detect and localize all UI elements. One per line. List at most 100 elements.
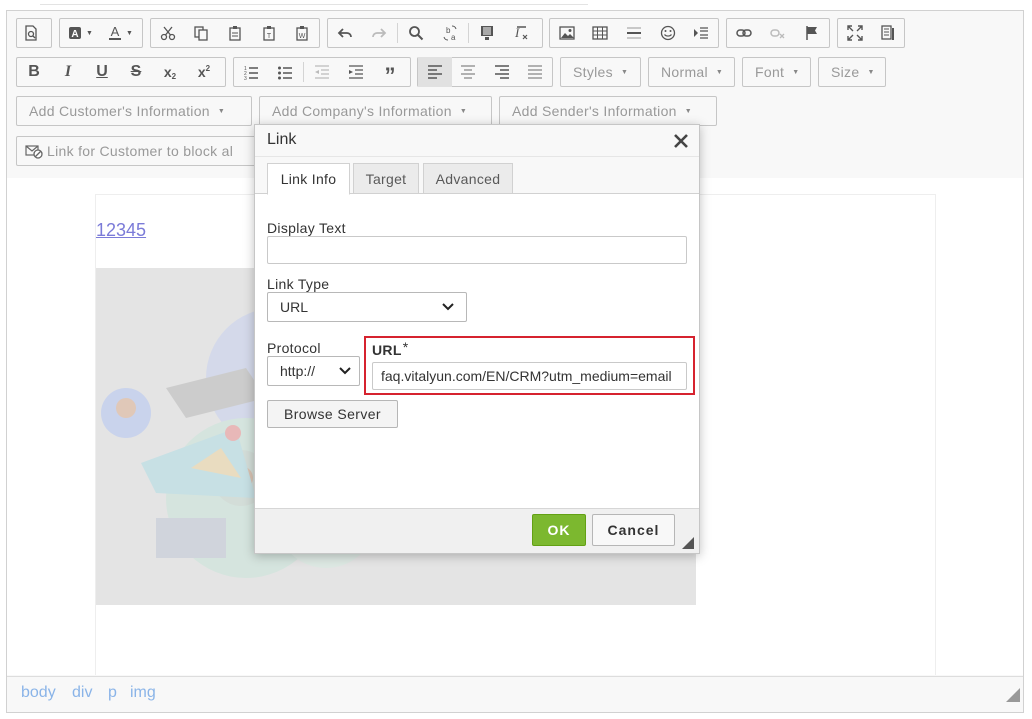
superscript-icon[interactable]: x2 xyxy=(187,58,221,86)
align-group xyxy=(417,57,553,87)
basic-styles-group: B I U S x2 x2 xyxy=(16,57,226,87)
chevron-down-icon xyxy=(339,367,351,375)
chevron-down-icon: ▼ xyxy=(867,68,875,76)
display-text-input[interactable] xyxy=(267,236,687,264)
paste-word-icon[interactable]: W xyxy=(285,19,319,47)
url-input[interactable]: faq.vitalyun.com/EN/CRM?utm_medium=email xyxy=(372,362,687,390)
add-company-info-dropdown[interactable]: Add Company's Information ▼ xyxy=(259,96,492,126)
maximize-icon[interactable] xyxy=(838,19,871,47)
color-group: A ▼ A ▼ xyxy=(59,18,143,48)
format-label: Normal xyxy=(661,64,708,80)
paste-text-icon[interactable]: T xyxy=(252,19,286,47)
italic-icon[interactable]: I xyxy=(51,58,85,86)
tab-link-info[interactable]: Link Info xyxy=(267,163,350,195)
protocol-select[interactable]: http:// xyxy=(267,356,360,386)
table-icon[interactable] xyxy=(584,19,618,47)
add-sender-info-dropdown[interactable]: Add Sender's Information ▼ xyxy=(499,96,717,126)
path-crumb-div[interactable]: div xyxy=(72,684,92,702)
preview-icon[interactable] xyxy=(17,19,45,47)
blockquote-icon[interactable]: ” xyxy=(373,58,407,87)
justify-icon[interactable] xyxy=(519,58,553,86)
indent-icon[interactable] xyxy=(339,58,373,86)
path-crumb-body[interactable]: body xyxy=(21,684,56,702)
insert-group xyxy=(549,18,719,48)
chevron-down-icon: ▼ xyxy=(684,107,692,115)
text-color-icon[interactable]: A ▼ xyxy=(100,19,140,47)
bulleted-list-icon[interactable] xyxy=(268,58,302,86)
chevron-down-icon: ▼ xyxy=(217,107,226,115)
underline-icon[interactable]: U xyxy=(85,58,119,86)
add-customer-info-label: Add Customer's Information xyxy=(29,103,210,119)
tab-target-label: Target xyxy=(365,170,407,187)
replace-icon[interactable]: ba xyxy=(433,19,467,47)
chevron-down-icon: ▼ xyxy=(792,68,800,76)
add-company-info-label: Add Company's Information xyxy=(272,103,452,119)
dialog-resize-icon[interactable] xyxy=(682,536,694,549)
outdent-icon[interactable] xyxy=(305,58,339,86)
align-center-icon[interactable] xyxy=(452,58,486,86)
paste-icon[interactable] xyxy=(218,19,252,47)
cut-icon[interactable] xyxy=(151,19,185,47)
close-icon[interactable] xyxy=(672,132,690,150)
page-break-icon[interactable] xyxy=(684,19,718,47)
smiley-icon[interactable] xyxy=(651,19,685,47)
list-group: 123 ” xyxy=(233,57,411,87)
size-dropdown[interactable]: Size ▼ xyxy=(818,57,886,87)
top-divider xyxy=(40,0,588,5)
copy-icon[interactable] xyxy=(185,19,219,47)
browse-server-button[interactable]: Browse Server xyxy=(267,400,398,428)
required-mark: * xyxy=(402,339,409,355)
subscript-icon[interactable]: x2 xyxy=(153,58,187,86)
styles-label: Styles xyxy=(573,64,613,80)
background-color-icon[interactable]: A ▼ xyxy=(60,19,100,47)
preview-group xyxy=(16,18,52,48)
add-customer-info-dropdown[interactable]: Add Customer's Information ▼ xyxy=(16,96,252,126)
font-label: Font xyxy=(755,64,785,80)
align-right-icon[interactable] xyxy=(485,58,519,86)
tab-link-info-label: Link Info xyxy=(280,171,337,187)
remove-format-icon[interactable]: I xyxy=(504,19,538,47)
resize-handle-icon[interactable] xyxy=(1006,688,1020,702)
find-icon[interactable] xyxy=(399,19,433,47)
image-icon[interactable] xyxy=(550,19,584,47)
path-crumb-img[interactable]: img xyxy=(130,684,156,702)
link-group xyxy=(726,18,830,48)
undo-icon[interactable] xyxy=(328,19,362,47)
protocol-label: Protocol xyxy=(267,340,321,356)
redo-icon[interactable] xyxy=(362,19,396,47)
link-type-select[interactable]: URL xyxy=(267,292,467,322)
show-blocks-icon[interactable] xyxy=(871,19,904,47)
tab-target[interactable]: Target xyxy=(353,163,419,194)
cancel-button[interactable]: Cancel xyxy=(592,514,675,546)
view-group xyxy=(837,18,905,48)
styles-dropdown[interactable]: Styles ▼ xyxy=(560,57,641,87)
numbered-list-icon[interactable]: 123 xyxy=(234,58,268,86)
dialog-title-bar[interactable]: Link xyxy=(255,125,699,157)
format-dropdown[interactable]: Normal ▼ xyxy=(648,57,735,87)
select-all-icon[interactable] xyxy=(470,19,504,47)
chevron-down-icon: ▼ xyxy=(459,107,468,115)
link-icon[interactable] xyxy=(727,19,761,47)
block-link-button[interactable]: Link for Customer to block al xyxy=(16,136,256,166)
link-type-label: Link Type xyxy=(267,276,330,292)
chevron-down-icon: ▼ xyxy=(620,68,629,76)
edit-group: ba I xyxy=(327,18,543,48)
unlink-icon[interactable] xyxy=(761,19,795,47)
block-email-icon xyxy=(25,145,43,159)
dialog-title: Link xyxy=(267,131,297,148)
tab-advanced-label: Advanced xyxy=(435,170,501,187)
svg-text:T: T xyxy=(266,33,271,40)
path-crumb-p[interactable]: p xyxy=(108,684,117,702)
document-link[interactable]: 12345 xyxy=(96,220,146,241)
strikethrough-icon[interactable]: S xyxy=(119,58,153,86)
tab-advanced[interactable]: Advanced xyxy=(423,163,513,194)
bold-icon[interactable]: B xyxy=(17,58,51,86)
font-dropdown[interactable]: Font ▼ xyxy=(742,57,811,87)
chevron-down-icon xyxy=(442,303,454,311)
anchor-flag-icon[interactable] xyxy=(795,19,829,47)
url-label-text: URL xyxy=(372,342,402,358)
horizontal-line-icon[interactable] xyxy=(617,19,651,47)
size-label: Size xyxy=(831,64,860,80)
align-left-icon[interactable] xyxy=(418,57,452,87)
ok-button[interactable]: OK xyxy=(532,514,586,546)
